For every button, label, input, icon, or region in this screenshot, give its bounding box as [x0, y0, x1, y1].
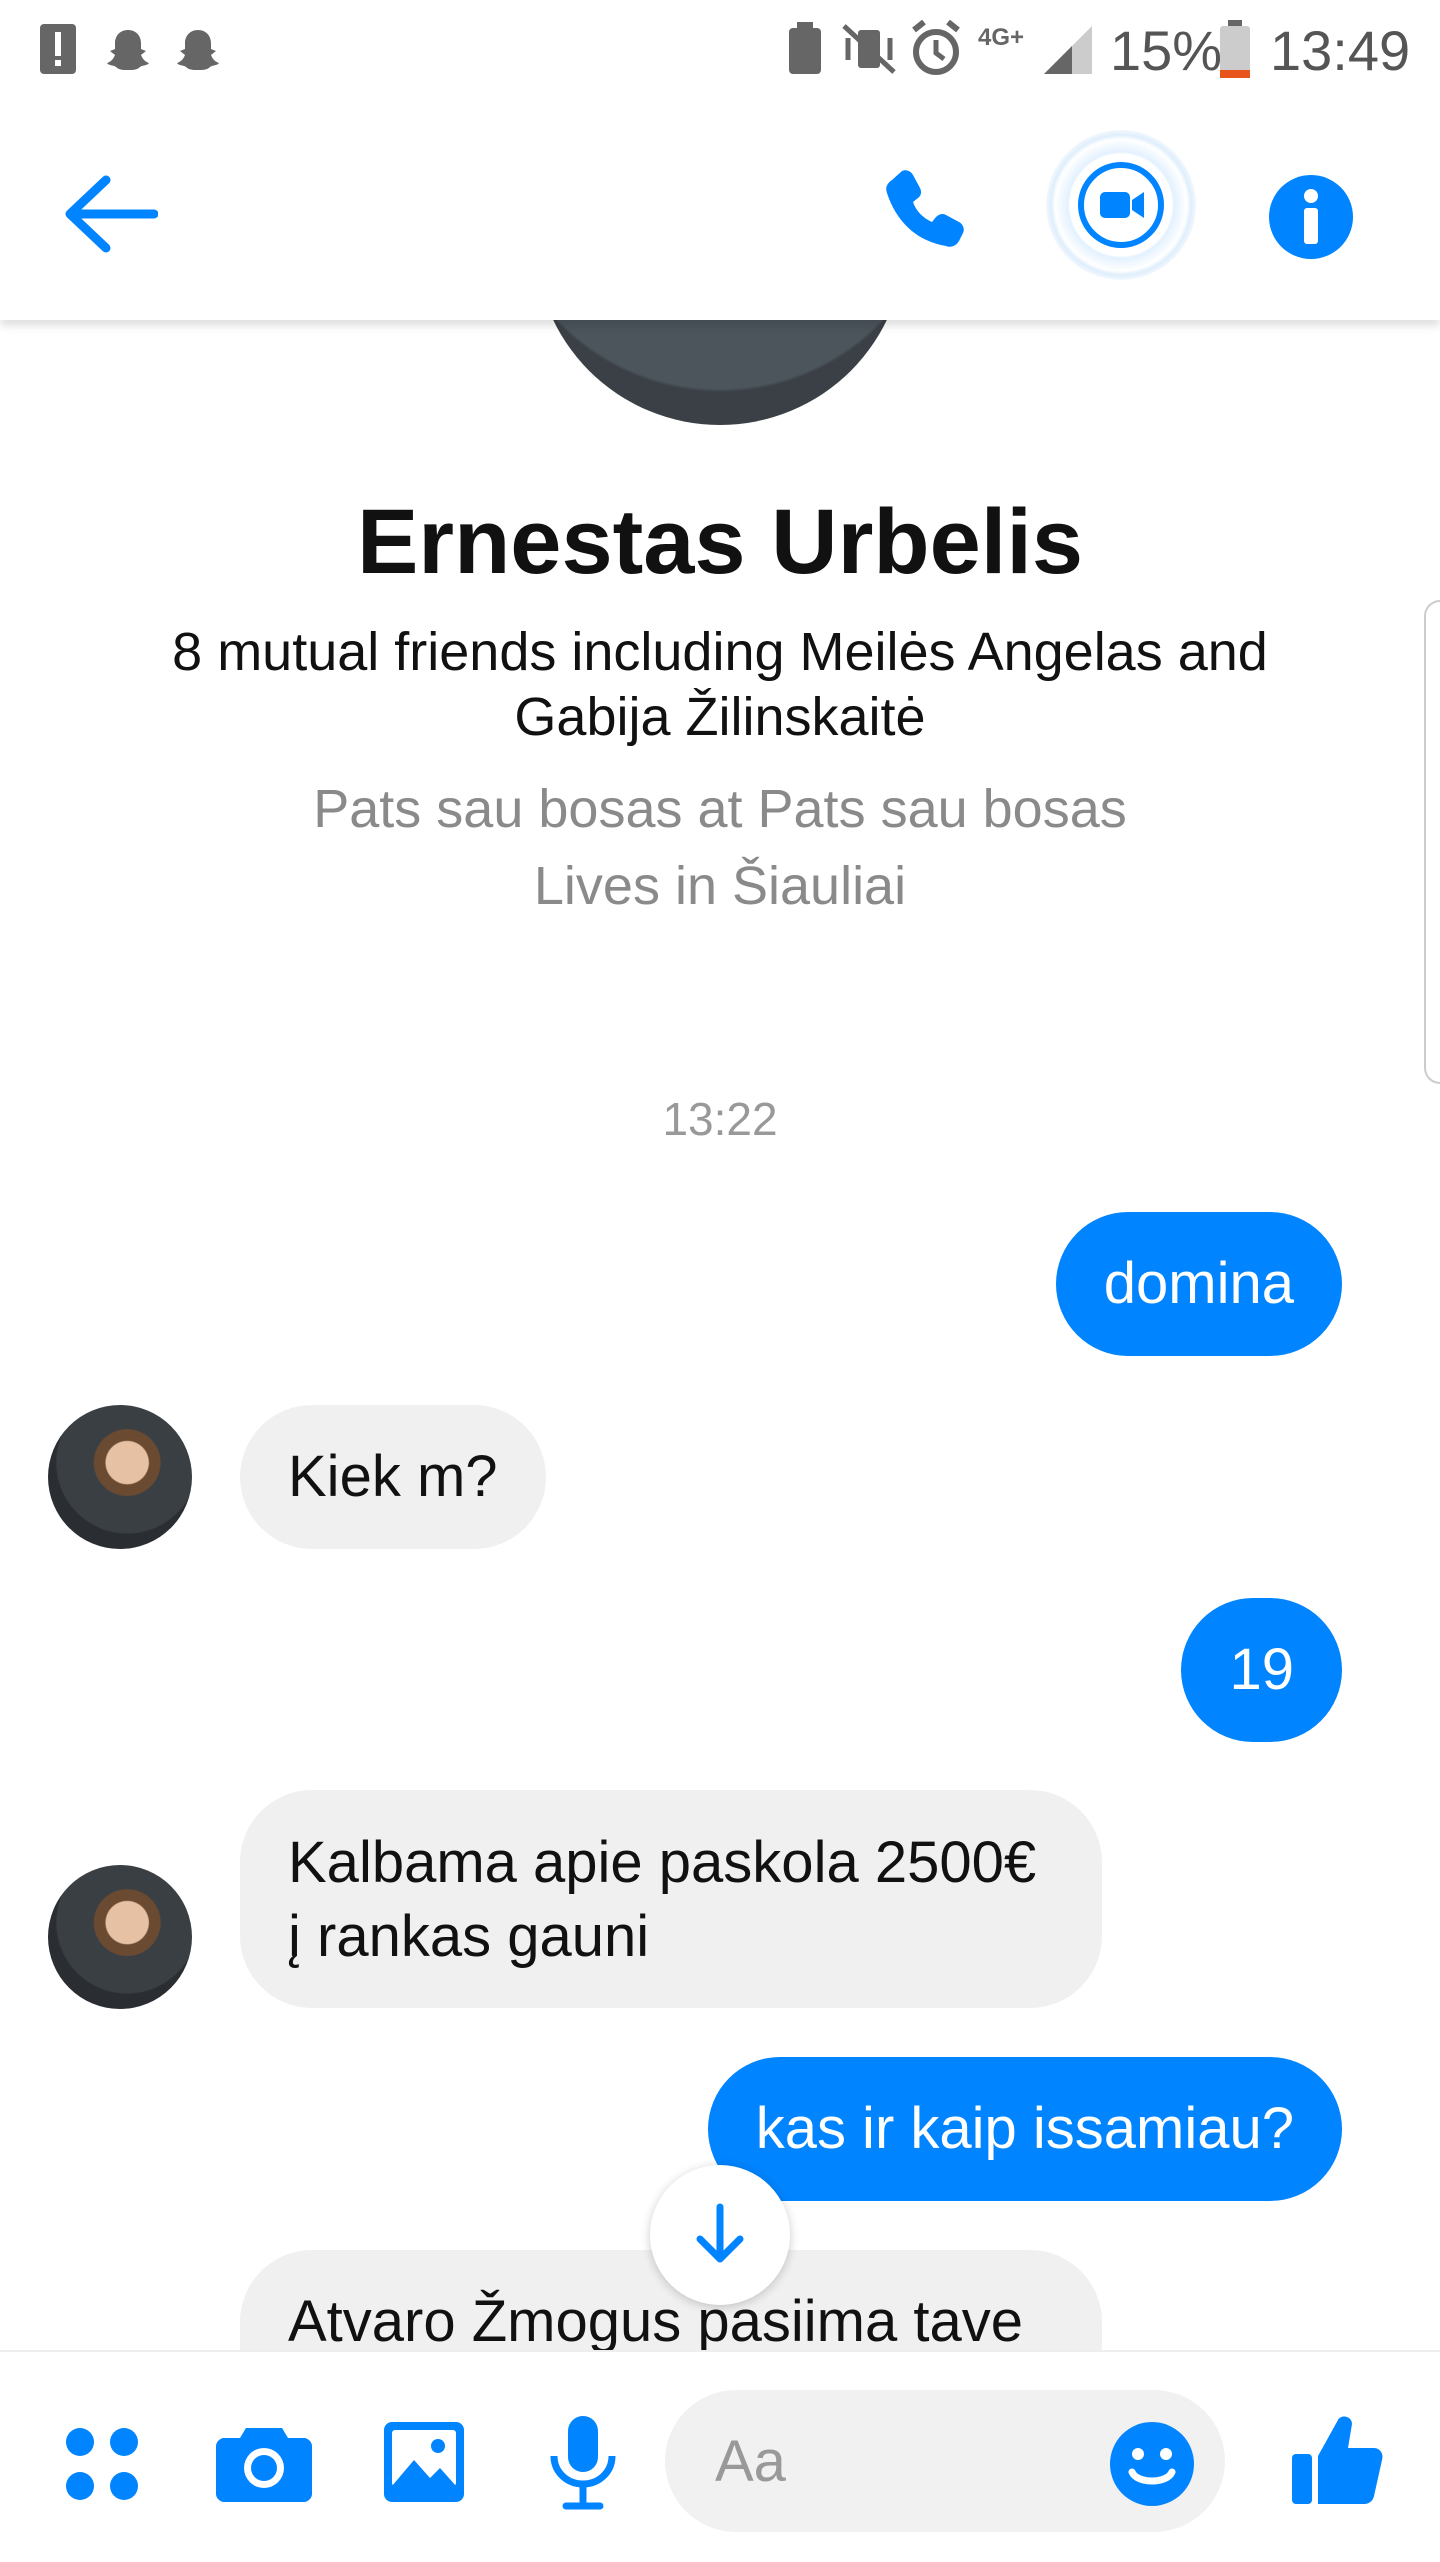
more-actions-icon[interactable] — [62, 2424, 142, 2504]
clock-time: 13:49 — [1270, 19, 1411, 82]
snapchat-notification-icon — [107, 30, 149, 70]
avatar[interactable] — [48, 1405, 192, 1549]
arrow-left-icon[interactable] — [62, 172, 158, 256]
avatar[interactable] — [48, 1865, 192, 2009]
profile-location: Lives in Šiauliai — [533, 856, 907, 916]
message-bubble-outgoing[interactable]: 19 — [1181, 1598, 1342, 1742]
message-bubble-outgoing[interactable]: domina — [1055, 1212, 1342, 1356]
scroll-to-bottom-button[interactable] — [650, 2165, 790, 2305]
arrow-down-icon — [696, 2203, 744, 2263]
message-bubble-outgoing[interactable]: kas ir kaip issamiau? — [707, 2057, 1342, 2201]
camera-icon[interactable] — [216, 2420, 312, 2504]
gallery-icon[interactable] — [382, 2420, 466, 2504]
status-bar: 4G+ 15% 13:49 — [0, 0, 1440, 100]
signal-strength-icon — [1044, 26, 1092, 74]
message-composer — [0, 2350, 1440, 2562]
microphone-icon[interactable] — [548, 2414, 618, 2512]
alert-notification-icon — [40, 24, 76, 74]
message-bubble-incoming[interactable]: Kalbama apie paskola 2500€ į rankas gaun… — [240, 1790, 1102, 2008]
message-text: Atvaro Žmogus pasiima tave — [288, 2289, 1023, 2354]
info-icon[interactable] — [1266, 172, 1356, 262]
profile-name: Ernestas Urbelis — [356, 491, 1084, 593]
vibrate-mute-icon — [842, 24, 896, 74]
battery-percentage: 15% — [1110, 19, 1223, 82]
message-timestamp: 13:22 — [662, 1093, 778, 1145]
scroll-indicator[interactable] — [1424, 600, 1440, 1084]
phone-icon[interactable] — [882, 165, 972, 255]
snapchat-notification-icon-2 — [177, 30, 219, 70]
network-type-label: 4G+ — [978, 24, 1025, 51]
message-bubble-incoming[interactable]: Kiek m? — [240, 1405, 546, 1549]
video-camera-icon[interactable] — [1076, 160, 1166, 250]
alarm-clock-icon — [912, 20, 960, 75]
thumbs-up-icon[interactable] — [1290, 2410, 1386, 2510]
profile-work: Pats sau bosas at Pats sau bosas — [313, 779, 1127, 839]
battery-saver-icon — [789, 22, 821, 74]
mutual-friends-text: 8 mutual friends including Meilės Angela… — [172, 622, 1268, 747]
battery-icon — [1220, 20, 1250, 78]
emoji-icon[interactable] — [1108, 2420, 1196, 2508]
conversation-header — [0, 100, 1440, 320]
